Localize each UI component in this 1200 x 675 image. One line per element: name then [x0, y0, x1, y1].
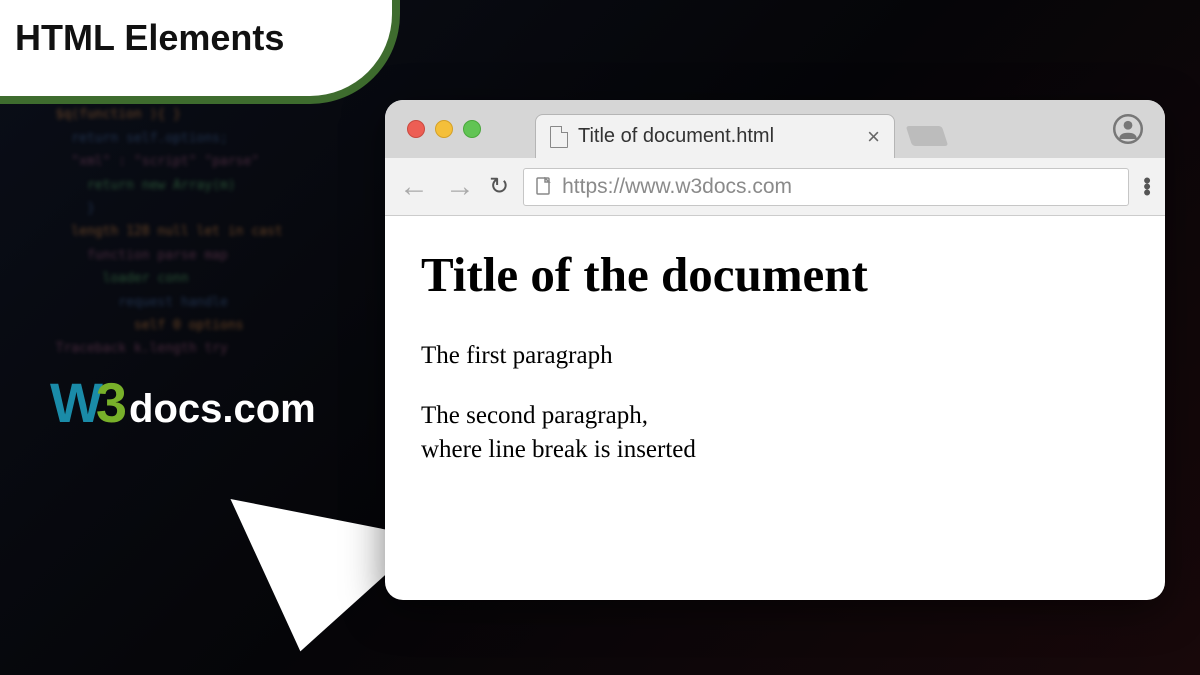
- code-decoration: <html> ( "version" ) $q(function ){ } re…: [40, 80, 283, 361]
- logo-w-letter: W: [50, 370, 100, 435]
- forward-button[interactable]: →: [445, 170, 475, 204]
- close-tab-button[interactable]: ×: [867, 124, 880, 150]
- logo-3-digit: 3: [96, 370, 127, 435]
- paragraph-2-line-1: The second paragraph,: [421, 402, 648, 429]
- tab-title: Title of document.html: [578, 125, 857, 148]
- new-tab-button[interactable]: [906, 126, 948, 146]
- page-info-icon: [536, 177, 552, 197]
- page-content: Title of the document The first paragrap…: [385, 216, 1165, 522]
- account-icon[interactable]: [1113, 114, 1143, 144]
- browser-tab-bar: Title of document.html ×: [385, 100, 1165, 158]
- badge-title: HTML Elements: [15, 17, 284, 59]
- header-badge: HTML Elements: [0, 0, 400, 104]
- window-controls: [407, 120, 481, 138]
- w3docs-logo: W 3 docs .com: [50, 370, 316, 435]
- url-text: https://www.w3docs.com: [562, 175, 792, 199]
- address-bar[interactable]: https://www.w3docs.com: [523, 168, 1129, 206]
- browser-window: Title of document.html × ← → ↻ https://w…: [385, 100, 1165, 600]
- menu-button[interactable]: •••: [1143, 178, 1151, 196]
- logo-docs-text: docs: [129, 387, 222, 432]
- minimize-window-button[interactable]: [435, 120, 453, 138]
- maximize-window-button[interactable]: [463, 120, 481, 138]
- reload-button[interactable]: ↻: [489, 172, 509, 201]
- browser-tab[interactable]: Title of document.html ×: [535, 114, 895, 158]
- paragraph-2-line-2: where line break is inserted: [421, 436, 696, 463]
- page-heading: Title of the document: [421, 246, 1129, 303]
- back-button[interactable]: ←: [399, 170, 429, 204]
- close-window-button[interactable]: [407, 120, 425, 138]
- paragraph-2: The second paragraph, where line break i…: [421, 399, 1129, 467]
- file-icon: [550, 126, 568, 148]
- logo-com-text: .com: [222, 387, 315, 432]
- browser-toolbar: ← → ↻ https://www.w3docs.com •••: [385, 158, 1165, 216]
- paragraph-1: The first paragraph: [421, 339, 1129, 373]
